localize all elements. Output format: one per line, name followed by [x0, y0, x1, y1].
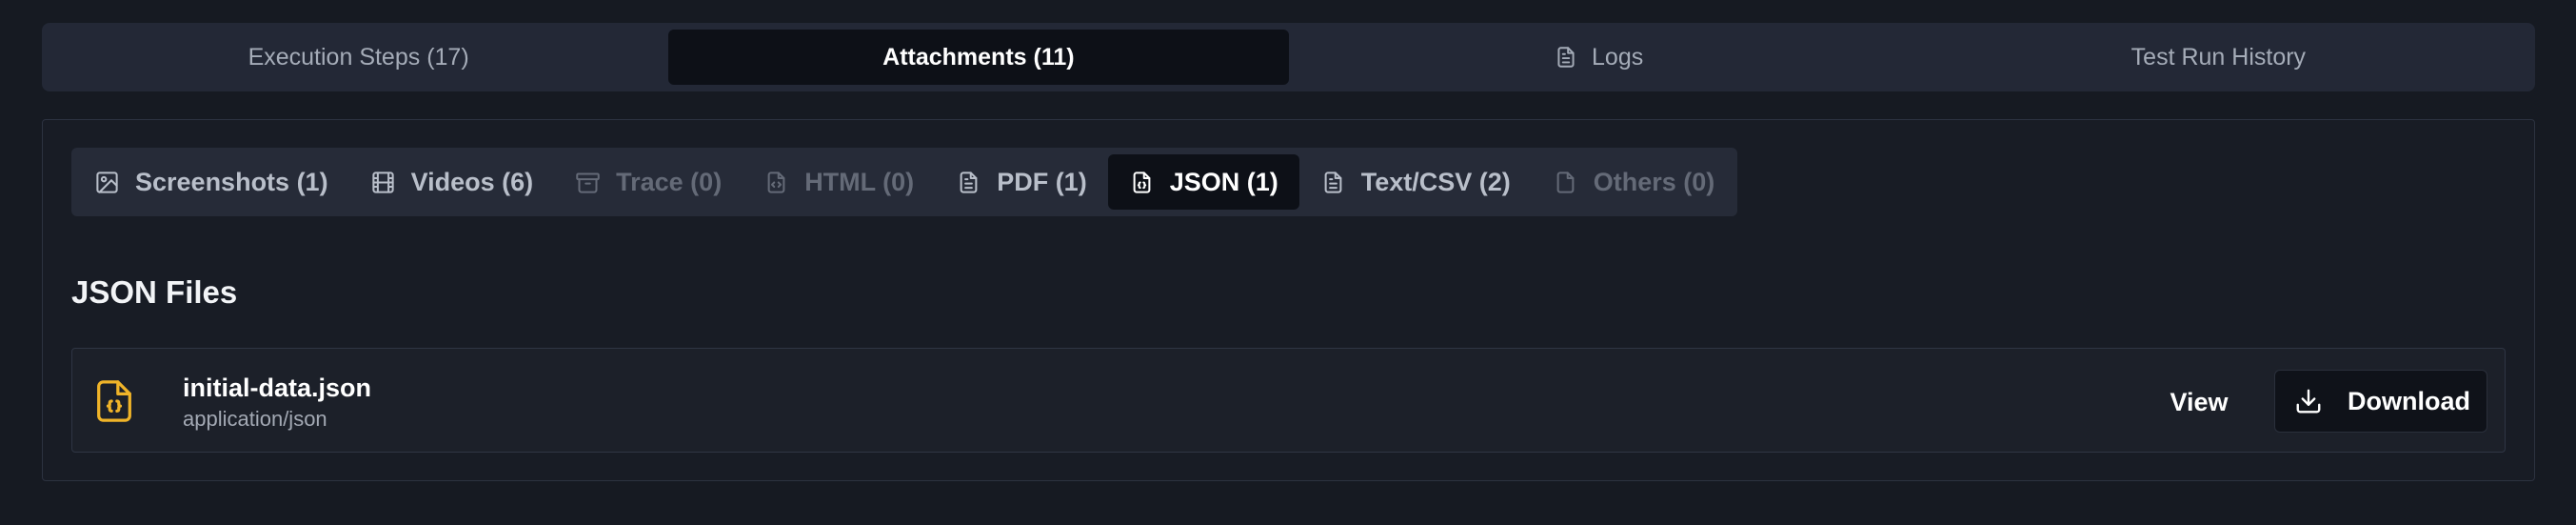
section-title: JSON Files [71, 274, 238, 310]
subtab-others[interactable]: Others (0) [1532, 154, 1736, 210]
image-icon [96, 171, 118, 193]
film-icon [371, 171, 394, 193]
subtab-trace[interactable]: Trace (0) [554, 154, 743, 210]
subtab-label: Others (0) [1593, 167, 1715, 196]
file-mime-type: application/json [183, 407, 327, 431]
file-json-icon [1133, 171, 1151, 193]
subtab-videos[interactable]: Videos (6) [349, 154, 555, 210]
tab-logs[interactable]: Logs [1289, 30, 1909, 85]
subtab-json[interactable]: JSON (1) [1107, 154, 1299, 210]
top-tab-bar: Execution Steps (17) Attachments (11) Lo… [42, 23, 2535, 91]
subtab-label: Videos (6) [410, 167, 534, 196]
file-text-icon [1557, 47, 1575, 68]
attachments-page: Execution Steps (17) Attachments (11) Lo… [0, 0, 2576, 525]
tab-test-run-history[interactable]: Test Run History [1909, 30, 2528, 85]
tab-execution-steps[interactable]: Execution Steps (17) [49, 30, 668, 85]
subtab-html[interactable]: HTML (0) [743, 154, 935, 210]
download-button[interactable]: Download [2274, 370, 2487, 433]
subtab-screenshots[interactable]: Screenshots (1) [73, 154, 349, 210]
subtab-text-csv[interactable]: Text/CSV (2) [1299, 154, 1532, 210]
attachments-panel: Screenshots (1) Videos (6) Trace (0) HTM… [42, 119, 2535, 481]
tab-label: Execution Steps (17) [248, 43, 469, 71]
download-icon [2296, 389, 2321, 414]
file-icon [1556, 171, 1575, 193]
file-name: initial-data.json [183, 374, 372, 402]
tab-label: Attachments (11) [882, 43, 1075, 71]
attachment-type-tabs: Screenshots (1) Videos (6) Trace (0) HTM… [71, 148, 1738, 216]
subtab-label: HTML (0) [804, 167, 915, 196]
file-code-icon [767, 171, 785, 193]
archive-icon [576, 172, 600, 193]
subtab-pdf[interactable]: PDF (1) [935, 154, 1108, 210]
tab-label: Test Run History [2130, 43, 2307, 71]
subtab-label: Text/CSV (2) [1360, 167, 1511, 196]
subtab-label: Screenshots (1) [135, 167, 328, 196]
file-text-icon [1324, 171, 1342, 193]
subtab-label: Trace (0) [616, 167, 723, 196]
tab-label: Logs [1592, 43, 1644, 71]
tab-attachments[interactable]: Attachments (11) [668, 30, 1289, 85]
download-label: Download [2348, 386, 2470, 415]
subtab-label: JSON (1) [1169, 167, 1278, 196]
subtab-label: PDF (1) [997, 167, 1087, 196]
view-button[interactable]: View [2161, 374, 2237, 431]
file-json-icon [97, 380, 131, 422]
file-text-icon [960, 171, 978, 193]
file-row: initial-data.json application/json View … [71, 348, 2506, 453]
